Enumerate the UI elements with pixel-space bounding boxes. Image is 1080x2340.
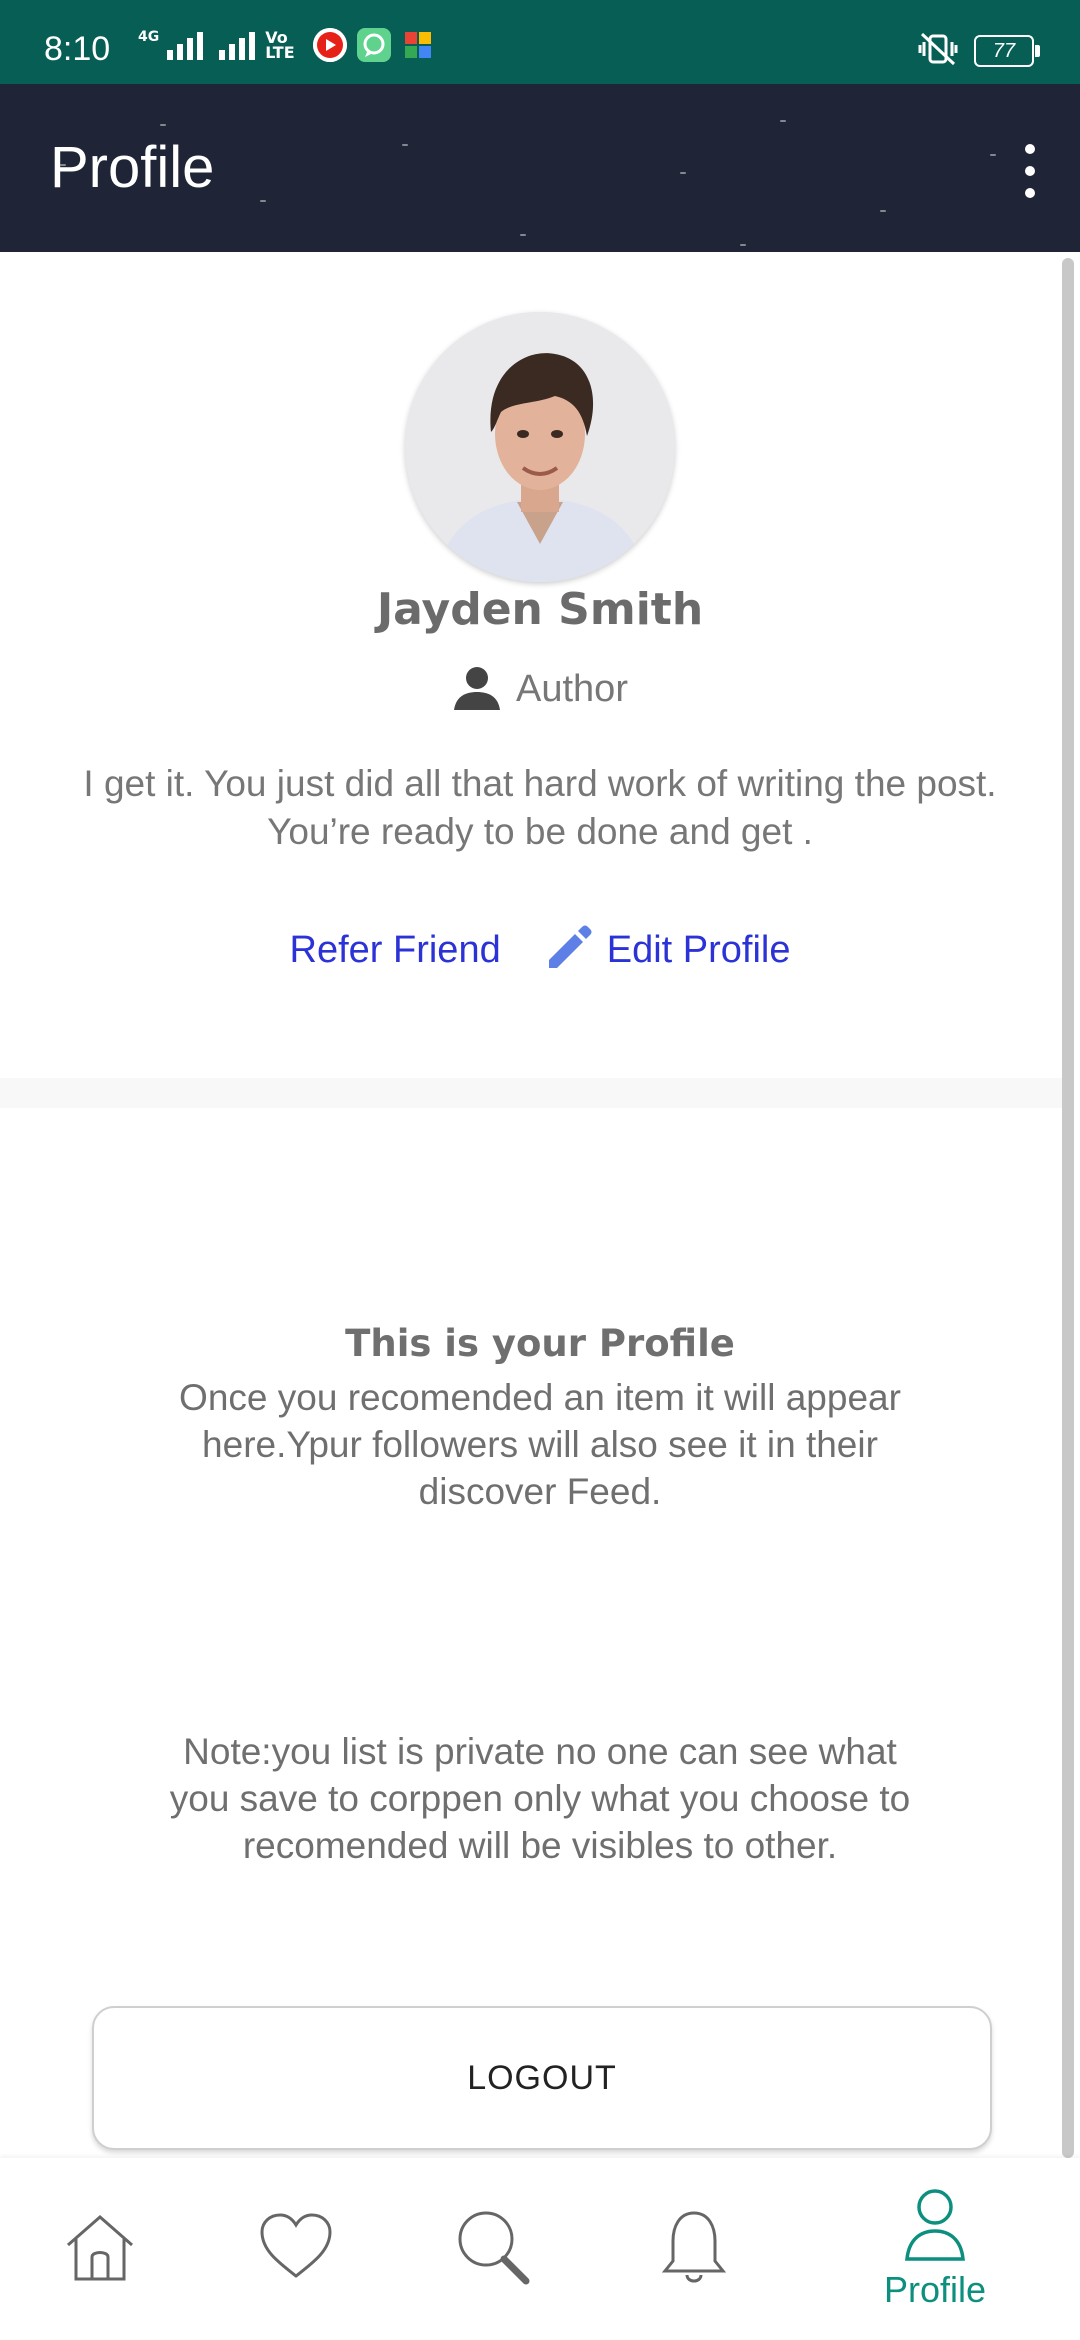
nav-notifications[interactable]: [634, 2158, 754, 2340]
bottom-navigation: Profile: [0, 2158, 1080, 2340]
nav-search[interactable]: [434, 2158, 554, 2340]
role-label: Author: [516, 667, 628, 710]
scrollbar[interactable]: [1062, 258, 1074, 2158]
person-icon: [452, 662, 502, 716]
youtube-notification-icon: [313, 28, 348, 62]
empty-state-title: This is your Profile: [345, 1322, 735, 1365]
status-time: 8:10: [44, 30, 111, 68]
volte-label: Vo LTE: [265, 28, 295, 62]
page-title: Profile: [50, 135, 215, 200]
profile-actions: Refer Friend Edit Profile: [0, 920, 1080, 980]
nav-home[interactable]: [40, 2158, 160, 2340]
avatar[interactable]: [405, 312, 675, 582]
app-bar: Profile: [0, 84, 1080, 252]
vibrate-icon: [916, 32, 960, 70]
heart-icon: [258, 2212, 334, 2286]
empty-state-description: Once you recomended an item it will appe…: [179, 1377, 901, 1512]
profile-role: Author: [0, 662, 1080, 716]
search-icon: [454, 2207, 534, 2291]
pencil-icon: [541, 920, 597, 980]
more-options-icon[interactable]: [1020, 144, 1040, 198]
logout-button[interactable]: LOGOUT: [92, 2006, 992, 2150]
edit-profile-button[interactable]: Edit Profile: [541, 920, 791, 980]
profile-bio: I get it. You just did all that hard wor…: [83, 763, 997, 852]
chat-notification-icon: [357, 28, 392, 62]
person-icon: [903, 2187, 967, 2265]
cellular-signal-icon: 4G: [138, 29, 204, 60]
profile-name: Jayden Smith: [376, 584, 704, 635]
nav-profile-label: Profile: [883, 2269, 987, 2310]
status-left-icons: 4G Vo LTE: [138, 28, 435, 62]
refer-friend-link[interactable]: Refer Friend: [290, 929, 501, 972]
nav-favorites[interactable]: [236, 2158, 356, 2340]
status-right-icons: 77: [916, 32, 1040, 70]
home-icon: [62, 2209, 138, 2289]
status-bar: 8:10 4G Vo LTE 77: [0, 0, 1080, 84]
bell-icon: [661, 2207, 727, 2291]
nav-profile[interactable]: Profile: [860, 2158, 1010, 2340]
battery-indicator: 77: [974, 35, 1040, 67]
play-games-icon: [401, 28, 435, 62]
cellular-signal-2-icon: [219, 30, 256, 60]
network-type-label: 4G: [138, 29, 160, 45]
privacy-note: Note:you list is private no one can see …: [169, 1731, 911, 1866]
section-divider: [0, 1078, 1062, 1108]
edit-profile-label: Edit Profile: [606, 928, 791, 971]
